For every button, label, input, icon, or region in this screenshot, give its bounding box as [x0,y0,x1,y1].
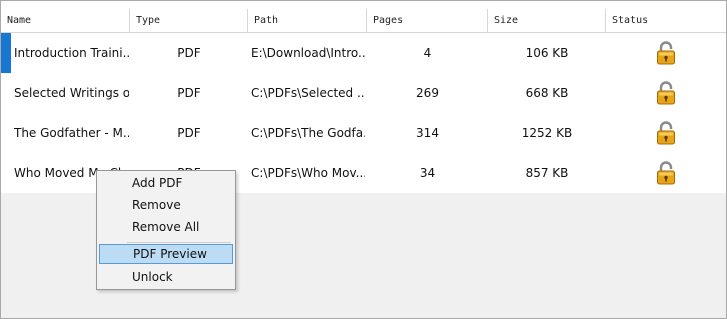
menu-item-unlock[interactable]: Unlock [99,267,233,287]
table-row[interactable]: Introduction Traini... PDF E:\Download\I… [1,33,726,73]
menu-separator [127,242,231,243]
column-header-pages[interactable]: Pages [367,9,488,32]
cell-size: 106 KB [525,46,569,60]
cell-type: PDF [177,86,201,100]
pdf-list-window: Name Type Path Pages Size Status Introdu… [0,0,727,319]
table-row[interactable]: Selected Writings o... PDF C:\PDFs\Selec… [1,73,726,113]
cell-type: PDF [177,46,201,60]
cell-status [606,33,726,73]
cell-size: 1252 KB [521,126,573,140]
cell-type: PDF [177,126,201,140]
column-header-size[interactable]: Size [488,9,606,32]
unlocked-padlock-icon[interactable] [656,121,676,145]
unlocked-padlock-icon[interactable] [656,41,676,65]
column-header-status[interactable]: Status [606,9,726,32]
cell-status [606,113,726,153]
menu-item-remove-all[interactable]: Remove All [99,217,233,237]
column-header-name[interactable]: Name [1,9,130,32]
context-menu: Add PDF Remove Remove All PDF Preview Un… [96,170,236,290]
cell-path: C:\PDFs\The Godfa... [251,126,365,140]
column-header-type[interactable]: Type [130,9,248,32]
table-row[interactable]: The Godfather - M... PDF C:\PDFs\The God… [1,113,726,153]
menu-item-pdf-preview[interactable]: PDF Preview [99,244,233,264]
column-header-row: Name Type Path Pages Size Status [1,9,726,33]
cell-status [606,73,726,113]
cell-pages: 269 [416,86,439,100]
cell-name: Introduction Traini... [14,46,129,60]
file-list-grid: Name Type Path Pages Size Status Introdu… [1,1,726,193]
column-header-path[interactable]: Path [248,9,367,32]
cell-pages: 4 [423,46,432,60]
menu-item-add-pdf[interactable]: Add PDF [99,173,233,193]
cell-path: E:\Download\Intro... [251,46,365,60]
cell-status [606,153,726,193]
cell-path: C:\PDFs\Selected ... [251,86,365,100]
cell-name: The Godfather - M... [14,126,129,140]
unlocked-padlock-icon[interactable] [656,161,676,185]
cell-size: 857 KB [525,166,569,180]
row-selection-marker [1,33,11,73]
cell-name: Selected Writings o... [14,86,129,100]
menu-item-remove[interactable]: Remove [99,195,233,215]
cell-size: 668 KB [525,86,569,100]
cell-path: C:\PDFs\Who Mov... [251,166,365,180]
unlocked-padlock-icon[interactable] [656,81,676,105]
cell-pages: 314 [416,126,439,140]
cell-pages: 34 [419,166,436,180]
